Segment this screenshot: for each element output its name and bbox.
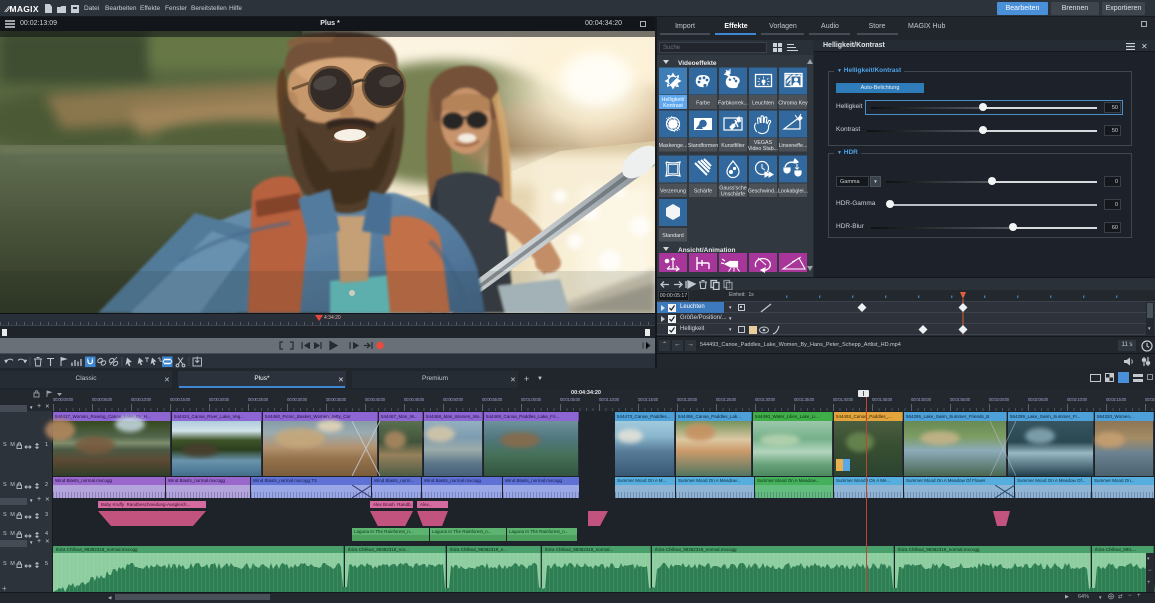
- svg-text:Lookabglei...: Lookabglei...: [778, 189, 808, 195]
- svg-text:Ansicht/Animation: Ansicht/Animation: [678, 247, 735, 254]
- svg-text:Maskenge...: Maskenge...: [659, 143, 688, 149]
- svg-text:Farbe: Farbe: [696, 101, 710, 107]
- svg-text:Schärfe: Schärfe: [694, 189, 712, 195]
- svg-text:Verzerrung: Verzerrung: [660, 189, 686, 195]
- svg-text:Videoeffekte: Videoeffekte: [678, 60, 717, 67]
- svg-text:Farbkorrek...: Farbkorrek...: [718, 101, 748, 107]
- svg-text:Standformen: Standformen: [688, 143, 718, 149]
- svg-text:Chroma Key: Chroma Key: [778, 101, 808, 107]
- svg-text:Linseneffe...: Linseneffe...: [779, 143, 808, 149]
- svg-text:Leuchten: Leuchten: [752, 101, 774, 107]
- svg-text:Geschwind...: Geschwind...: [748, 189, 779, 195]
- svg-text:Video Stab...: Video Stab...: [748, 146, 778, 152]
- svg-text:Kontrast: Kontrast: [663, 103, 683, 109]
- svg-text:Kunstfilter: Kunstfilter: [721, 143, 745, 149]
- svg-text:Unschärfe: Unschärfe: [721, 192, 745, 198]
- svg-text:Standard: Standard: [662, 233, 684, 239]
